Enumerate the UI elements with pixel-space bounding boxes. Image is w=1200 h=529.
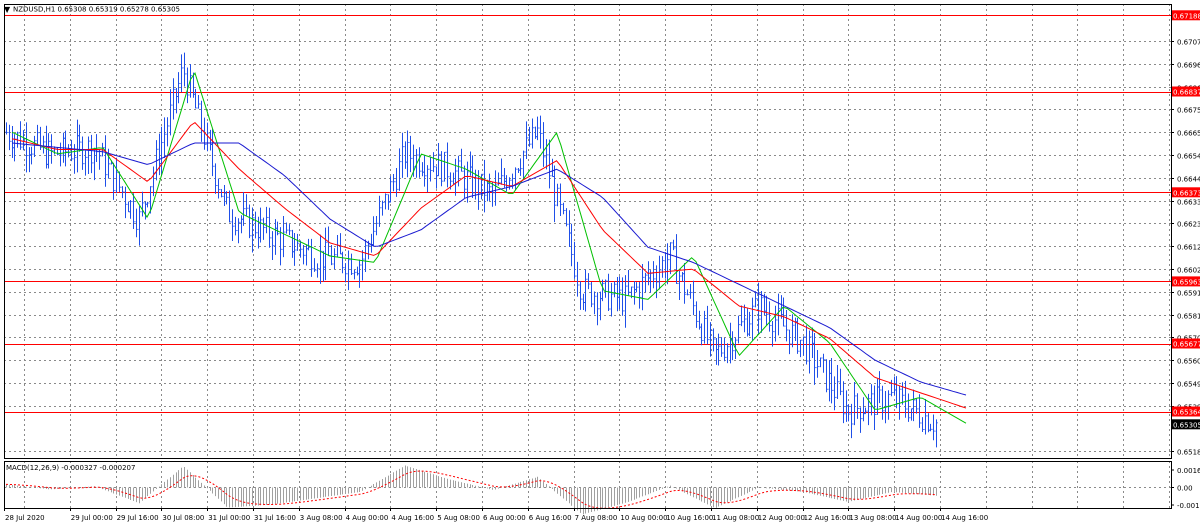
menu-dropdown-icon[interactable]: ▼ <box>4 5 11 14</box>
chart-window[interactable]: 0.670700.669650.668600.667550.666500.665… <box>0 0 1200 525</box>
price-axis-label: 0.66755 <box>1177 107 1200 115</box>
price-axis-label: 0.65180 <box>1177 449 1200 457</box>
time-axis-label: 13 Aug 08:00 <box>849 514 896 522</box>
price-axis-label: 0.66545 <box>1177 153 1200 161</box>
macd-axis-label: 0.001615 <box>1177 467 1200 475</box>
price-axis-label: 0.66335 <box>1177 199 1200 207</box>
time-axis-label: 11 Aug 08:00 <box>712 514 759 522</box>
macd-label: MACD(12,26,9) -0.000327 -0.000207 <box>6 464 135 472</box>
time-axis-label: 31 Jul 00:00 <box>208 514 250 522</box>
time-axis-label: 12 Aug 00:00 <box>758 514 805 522</box>
macd-axis-label: 0.00 <box>1177 485 1193 493</box>
hline-price-label: 0.65963 <box>1173 278 1200 286</box>
price-axis-label: 0.66020 <box>1177 267 1200 275</box>
hline-price-label: 0.67188 <box>1173 12 1200 20</box>
time-axis-label: 28 Jul 2020 <box>5 514 45 522</box>
time-axis-label: 4 Aug 00:00 <box>346 514 389 522</box>
macd-axis-label: -0.00194 <box>1177 502 1200 510</box>
price-axis-label: 0.65810 <box>1177 313 1200 321</box>
time-axis-label: 7 Aug 08:00 <box>575 514 618 522</box>
time-axis-label: 5 Aug 08:00 <box>437 514 480 522</box>
time-axis-label: 6 Aug 16:00 <box>529 514 572 522</box>
time-axis-label: 30 Jul 08:00 <box>162 514 204 522</box>
time-axis-label: 29 Jul 16:00 <box>117 514 159 522</box>
price-axis-label: 0.66125 <box>1177 244 1200 252</box>
time-axis-label: 3 Aug 08:00 <box>300 514 343 522</box>
time-axis-label: 14 Aug 16:00 <box>941 514 988 522</box>
time-axis-label: 12 Aug 16:00 <box>804 514 851 522</box>
time-axis-label: 31 Jul 16:00 <box>254 514 296 522</box>
time-axis-label: 10 Aug 00:00 <box>620 514 667 522</box>
price-axis-label: 0.67070 <box>1177 39 1200 47</box>
chart-background <box>0 0 1200 525</box>
price-axis-label: 0.65495 <box>1177 381 1200 389</box>
chart-header: NZDUSD,H1 0.65308 0.65319 0.65278 0.6530… <box>13 6 180 14</box>
price-axis-label: 0.66965 <box>1177 62 1200 70</box>
price-axis-label: 0.65600 <box>1177 358 1200 366</box>
hline-price-label: 0.66373 <box>1173 189 1200 197</box>
price-axis-label: 0.66440 <box>1177 176 1200 184</box>
hline-price-label: 0.66837 <box>1173 89 1200 97</box>
time-axis-label: 4 Aug 16:00 <box>391 514 434 522</box>
price-axis-label: 0.66230 <box>1177 221 1200 229</box>
hline-price-label: 0.65677 <box>1173 341 1200 349</box>
price-axis-label: 0.65915 <box>1177 290 1200 298</box>
current-price-label: 0.65305 <box>1173 421 1200 429</box>
price-axis-label: 0.66650 <box>1177 130 1200 138</box>
time-axis-label: 29 Jul 00:00 <box>71 514 113 522</box>
time-axis-label: 14 Aug 00:00 <box>895 514 942 522</box>
hline-price-label: 0.65364 <box>1173 409 1200 417</box>
time-axis-label: 6 Aug 00:00 <box>483 514 526 522</box>
time-axis-label: 10 Aug 16:00 <box>666 514 713 522</box>
